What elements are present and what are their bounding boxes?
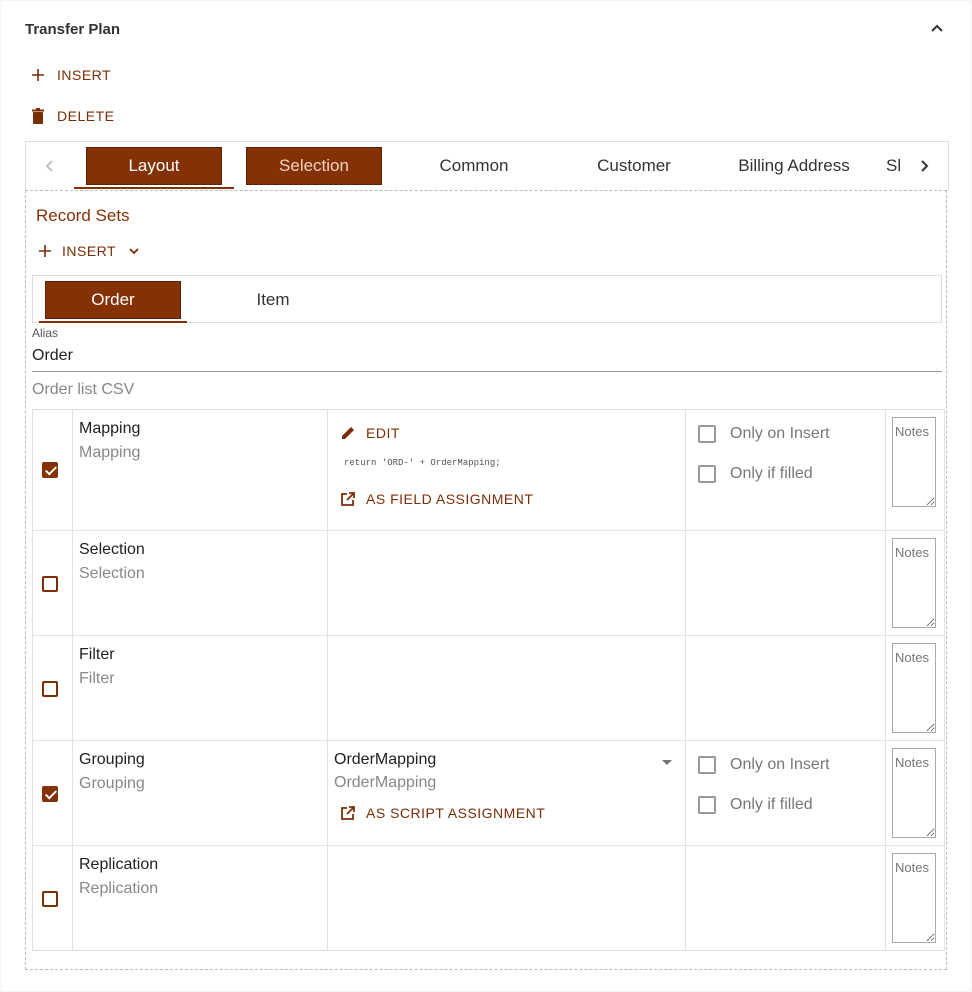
mapping-select[interactable]: OrderMapping: [334, 751, 436, 769]
row-name: Mapping: [79, 420, 141, 437]
active-subtab-indicator: [39, 321, 187, 323]
as-field-assignment-label: AS FIELD ASSIGNMENT: [366, 491, 534, 507]
edit-button[interactable]: EDIT: [340, 425, 400, 441]
row-checkbox[interactable]: [42, 462, 58, 478]
edit-label: EDIT: [366, 425, 400, 441]
table-row: Selection Selection: [32, 530, 945, 636]
layout-panel: Record Sets INSERT Order Item Alias Orde…: [25, 190, 947, 970]
mapping-code: return 'ORD-' + OrderMapping;: [344, 458, 501, 468]
collapse-chevron-up-icon[interactable]: [927, 19, 947, 39]
notes-textarea[interactable]: [892, 748, 936, 838]
delete-button[interactable]: DELETE: [31, 108, 114, 124]
main-tabs: Layout Selection Common Customer Billing…: [25, 141, 949, 190]
record-set-description: Order list CSV: [32, 381, 135, 398]
plus-icon: [39, 245, 51, 257]
only-if-filled-checkbox[interactable]: Only if filled: [698, 465, 813, 483]
table-row: Grouping Grouping OrderMapping OrderMapp…: [32, 740, 945, 846]
transfer-plan-card: Transfer Plan INSERT DELETE Layout Selec…: [1, 1, 971, 991]
tab-layout[interactable]: Layout: [86, 147, 222, 185]
table-row: Mapping Mapping EDIT return 'ORD-' + Ord…: [32, 409, 945, 531]
notes-textarea[interactable]: [892, 538, 936, 628]
table-row: Replication Replication: [32, 845, 945, 951]
dropdown-caret-icon[interactable]: [662, 760, 672, 765]
active-tab-indicator: [74, 187, 234, 189]
section-title: Transfer Plan: [25, 21, 121, 38]
tab-order[interactable]: Order: [45, 281, 181, 319]
row-subtitle: Mapping: [79, 444, 141, 461]
pencil-icon: [342, 427, 354, 439]
row-subtitle: Grouping: [79, 775, 145, 792]
row-name: Grouping: [79, 751, 145, 768]
insert-label: INSERT: [57, 67, 112, 83]
tab-item[interactable]: Item: [205, 281, 341, 319]
notes-textarea[interactable]: [892, 853, 936, 943]
delete-label: DELETE: [57, 108, 115, 124]
trash-icon: [32, 108, 44, 124]
only-on-insert-checkbox[interactable]: Only on Insert: [698, 425, 830, 443]
insert-button[interactable]: INSERT: [31, 67, 111, 83]
row-subtitle: Selection: [79, 565, 145, 582]
chevron-down-icon: [129, 248, 139, 255]
as-script-assignment-button[interactable]: AS SCRIPT ASSIGNMENT: [340, 805, 545, 821]
only-if-filled-label: Only if filled: [730, 796, 813, 813]
table-row: Filter Filter: [32, 635, 945, 741]
notes-textarea[interactable]: [892, 643, 936, 733]
open-external-icon: [341, 492, 355, 506]
open-external-icon: [341, 806, 355, 820]
row-checkbox[interactable]: [42, 786, 58, 802]
row-name: Replication: [79, 856, 159, 873]
tab-sl[interactable]: Sl: [866, 147, 906, 185]
row-name: Filter: [79, 646, 115, 663]
row-subtitle: Replication: [79, 880, 159, 897]
tab-common[interactable]: Common: [406, 147, 542, 185]
tab-customer[interactable]: Customer: [566, 147, 702, 185]
only-on-insert-label: Only on Insert: [730, 425, 830, 442]
notes-textarea[interactable]: [892, 417, 936, 507]
mapping-select-subtitle: OrderMapping: [334, 774, 437, 791]
record-set-tabs: Order Item: [32, 275, 942, 323]
as-field-assignment-button[interactable]: AS FIELD ASSIGNMENT: [340, 491, 533, 507]
only-on-insert-checkbox[interactable]: Only on Insert: [698, 756, 830, 774]
alias-label: Alias: [32, 326, 59, 340]
record-sets-title: Record Sets: [36, 206, 130, 225]
record-set-insert-button[interactable]: INSERT: [38, 243, 150, 259]
plus-icon: [32, 69, 44, 81]
row-checkbox[interactable]: [42, 681, 58, 697]
tab-billing-address[interactable]: Billing Address: [726, 147, 862, 185]
row-checkbox[interactable]: [42, 576, 58, 592]
row-subtitle: Filter: [79, 670, 115, 687]
row-checkbox[interactable]: [42, 891, 58, 907]
only-on-insert-label: Only on Insert: [730, 756, 830, 773]
as-script-assignment-label: AS SCRIPT ASSIGNMENT: [366, 805, 546, 821]
alias-underline: [32, 371, 942, 372]
only-if-filled-label: Only if filled: [730, 465, 813, 482]
row-name: Selection: [79, 541, 145, 558]
only-if-filled-checkbox[interactable]: Only if filled: [698, 796, 813, 814]
record-set-grid: Mapping Mapping EDIT return 'ORD-' + Ord…: [32, 409, 945, 951]
record-set-insert-label: INSERT: [62, 243, 117, 259]
alias-field[interactable]: Order: [32, 347, 73, 365]
tabs-scroll-right-icon[interactable]: [912, 152, 936, 180]
tab-selection[interactable]: Selection: [246, 147, 382, 185]
